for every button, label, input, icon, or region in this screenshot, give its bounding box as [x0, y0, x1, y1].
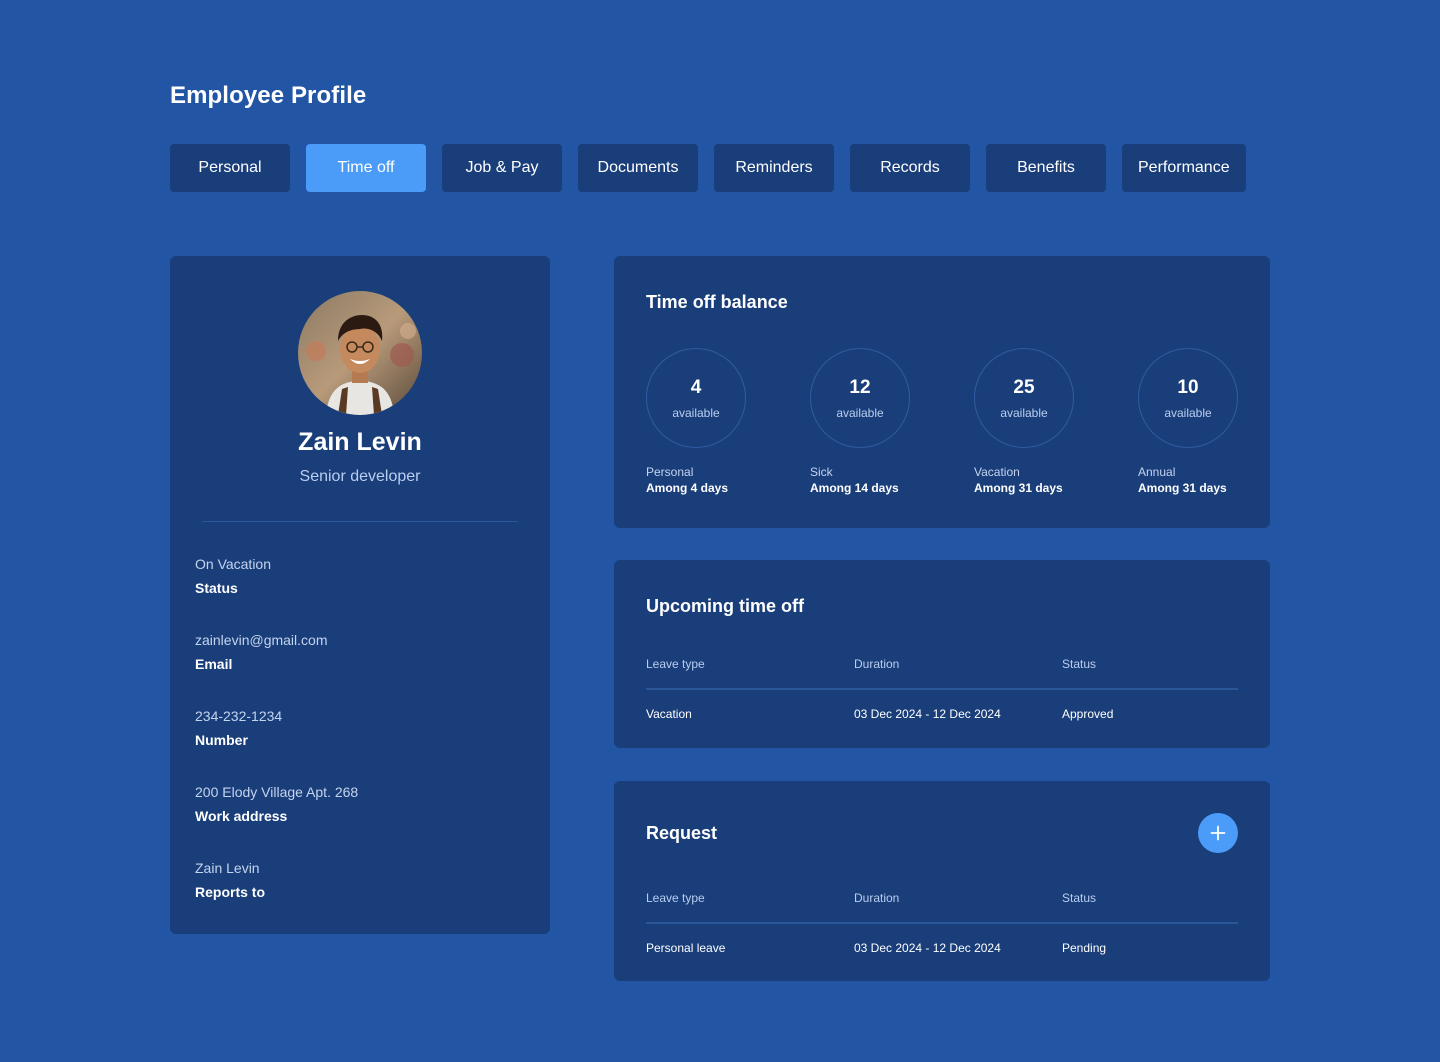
- table-divider: [646, 922, 1238, 924]
- detail-status: On Vacation Status: [195, 555, 358, 631]
- detail-email: zainlevin@gmail.com Email: [195, 631, 358, 707]
- detail-value: 234-232-1234: [195, 708, 283, 724]
- tab-performance[interactable]: Performance: [1122, 144, 1246, 192]
- balance-caption: available: [1164, 405, 1212, 420]
- avatar-photo: [298, 291, 422, 415]
- upcoming-table: Leave type Duration Status Vacation 03 D…: [646, 652, 1238, 726]
- cell-status: Pending: [1062, 941, 1107, 955]
- tab-reminders[interactable]: Reminders: [714, 144, 834, 192]
- detail-label: Email: [195, 656, 233, 672]
- balance-type: Annual: [1138, 465, 1176, 479]
- request-table: Leave type Duration Status Personal leav…: [646, 886, 1238, 960]
- profile-tabs: Personal Time off Job & Pay Documents Re…: [170, 144, 1246, 192]
- request-title: Request: [646, 823, 718, 843]
- table-header-row: Leave type Duration Status: [646, 886, 1238, 910]
- detail-number: 234-232-1234 Number: [195, 707, 358, 783]
- balance-item-personal: 4 available Personal Among 4 days: [646, 348, 746, 495]
- balance-among: Among 14 days: [810, 481, 899, 495]
- balance-type: Personal: [646, 465, 694, 479]
- avatar: [298, 291, 422, 415]
- table-row[interactable]: Personal leave 03 Dec 2024 - 12 Dec 2024…: [646, 936, 1238, 960]
- upcoming-title: Upcoming time off: [646, 596, 804, 616]
- tab-personal[interactable]: Personal: [170, 144, 290, 192]
- balance-circle: 4 available: [646, 348, 746, 448]
- tab-time-off[interactable]: Time off: [306, 144, 426, 192]
- add-request-button[interactable]: [1198, 813, 1238, 853]
- profile-name: Zain Levin: [298, 428, 422, 456]
- detail-value[interactable]: zainlevin@gmail.com: [195, 631, 358, 649]
- request-card: Request Leave type Duration Status Perso…: [614, 781, 1270, 981]
- tab-documents[interactable]: Documents: [578, 144, 698, 192]
- balance-circle: 12 available: [810, 348, 910, 448]
- detail-work-address: 200 Elody Village Apt. 268 Work address: [195, 783, 358, 859]
- column-header-status: Status: [1062, 657, 1097, 671]
- balance-item-annual: 10 available Annual Among 31 days: [1138, 348, 1238, 495]
- balance-item-sick: 12 available Sick Among 14 days: [810, 348, 910, 495]
- detail-label: Work address: [195, 808, 288, 824]
- tab-benefits[interactable]: Benefits: [986, 144, 1106, 192]
- profile-divider: [202, 521, 518, 522]
- balance-caption: available: [672, 405, 720, 420]
- detail-label: Status: [195, 580, 238, 596]
- tab-job-and-pay[interactable]: Job & Pay: [442, 144, 562, 192]
- balance-circle: 25 available: [974, 348, 1074, 448]
- detail-label: Reports to: [195, 884, 265, 900]
- balance-among: Among 4 days: [646, 481, 729, 495]
- balance-title: Time off balance: [646, 292, 788, 312]
- employee-profile-page: Employee Profile Personal Time off Job &…: [0, 0, 1440, 1062]
- upcoming-time-off-card: Upcoming time off Leave type Duration St…: [614, 560, 1270, 748]
- detail-reports-to: Zain Levin Reports to: [195, 859, 358, 935]
- balance-value: 12: [849, 376, 871, 398]
- detail-value: Zain Levin: [195, 860, 260, 876]
- balance-value: 10: [1177, 376, 1199, 398]
- profile-role: Senior developer: [299, 468, 421, 485]
- time-off-balance-card: Time off balance 4 available Personal Am…: [614, 256, 1270, 528]
- column-header-duration: Duration: [854, 891, 900, 905]
- profile-details: On Vacation Status zainlevin@gmail.com E…: [195, 555, 358, 935]
- cell-duration: 03 Dec 2024 - 12 Dec 2024: [854, 707, 1001, 721]
- column-header-status: Status: [1062, 891, 1097, 905]
- table-row[interactable]: Vacation 03 Dec 2024 - 12 Dec 2024 Appro…: [646, 702, 1238, 726]
- cell-leave-type: Personal leave: [646, 941, 726, 955]
- column-header-leave-type: Leave type: [646, 891, 705, 905]
- tab-records[interactable]: Records: [850, 144, 970, 192]
- balance-type: Sick: [810, 465, 833, 479]
- balance-value: 25: [1013, 376, 1035, 398]
- cell-status: Approved: [1062, 707, 1114, 721]
- balance-among: Among 31 days: [974, 481, 1063, 495]
- page-title: Employee Profile: [170, 82, 367, 109]
- balance-grid: 4 available Personal Among 4 days 12 ava…: [646, 348, 1238, 495]
- cell-duration: 03 Dec 2024 - 12 Dec 2024: [854, 941, 1001, 955]
- balance-caption: available: [1000, 405, 1048, 420]
- column-header-leave-type: Leave type: [646, 657, 705, 671]
- cell-leave-type: Vacation: [646, 707, 692, 721]
- balance-item-vacation: 25 available Vacation Among 31 days: [974, 348, 1074, 495]
- balance-type: Vacation: [974, 465, 1020, 479]
- detail-label: Number: [195, 732, 248, 748]
- detail-value: On Vacation: [195, 556, 272, 572]
- detail-value: 200 Elody Village Apt. 268: [195, 784, 359, 800]
- balance-among: Among 31 days: [1138, 481, 1227, 495]
- table-divider: [646, 688, 1238, 690]
- plus-icon: [1210, 825, 1226, 841]
- profile-card: Zain Levin Senior developer On Vacation …: [170, 256, 550, 934]
- balance-value: 4: [690, 376, 702, 398]
- table-header-row: Leave type Duration Status: [646, 652, 1238, 676]
- column-header-duration: Duration: [854, 657, 900, 671]
- balance-caption: available: [836, 405, 884, 420]
- balance-circle: 10 available: [1138, 348, 1238, 448]
